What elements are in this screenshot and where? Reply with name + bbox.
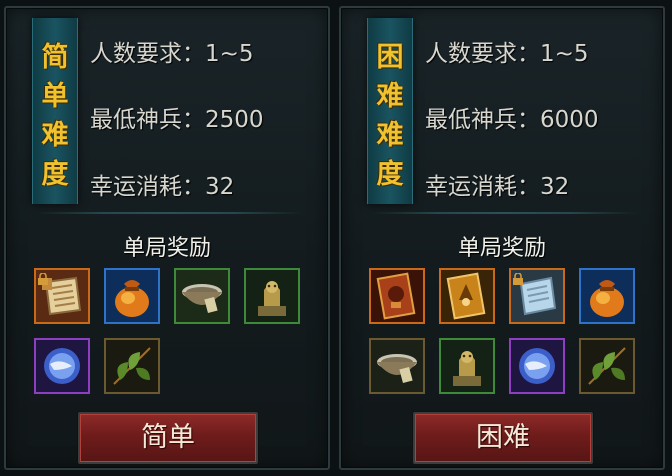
reward-title: 单局奖励 [122, 236, 211, 261]
difficulty-label: 困 难 难 度 [376, 42, 404, 190]
reward-slot-leaf[interactable] [104, 338, 160, 394]
reward-slot-blue-scroll[interactable] [509, 268, 565, 324]
min-power-requirement: 最低神兵：6000 [425, 107, 599, 133]
reward-slot-leaf[interactable] [579, 338, 635, 394]
easy-difficulty-panel: 简 单 难 度 人数要求：1~5 最低神兵：2500 幸运消耗：32 单局奖励 [4, 6, 330, 470]
difficulty-banner: 困 难 难 度 [367, 18, 413, 204]
reward-slot-orb[interactable] [509, 338, 565, 394]
difficulty-label: 简 单 难 度 [41, 42, 69, 190]
coin-bag-icon [106, 270, 158, 322]
hard-button[interactable]: 困难 [413, 412, 593, 464]
reward-slot-coin-bag[interactable] [579, 268, 635, 324]
reward-slot-coin-bag[interactable] [104, 268, 160, 324]
leaf-icon [106, 340, 158, 392]
reward-slot-scroll[interactable] [34, 268, 90, 324]
divider [371, 212, 637, 214]
lock-icon [37, 270, 49, 285]
coin-bag-icon [581, 270, 633, 322]
statue-icon [246, 270, 298, 322]
orb-icon [36, 340, 88, 392]
player-count-requirement: 人数要求：1~5 [425, 41, 589, 67]
card-red-icon [371, 270, 423, 322]
easy-button[interactable]: 简单 [78, 412, 258, 464]
bowl-icon [176, 270, 228, 322]
reward-slot-bowl[interactable] [174, 268, 230, 324]
divider [36, 212, 302, 214]
leaf-icon [581, 340, 633, 392]
card-gold-icon [441, 270, 493, 322]
statue-icon [441, 340, 493, 392]
player-count-requirement: 人数要求：1~5 [90, 41, 254, 67]
orb-icon [511, 340, 563, 392]
min-power-requirement: 最低神兵：2500 [90, 107, 264, 133]
reward-slot-statue[interactable] [439, 338, 495, 394]
reward-title: 单局奖励 [457, 236, 546, 261]
reward-slot-bowl[interactable] [369, 338, 425, 394]
luck-cost: 幸运消耗：32 [425, 174, 570, 200]
difficulty-banner: 简 单 难 度 [32, 18, 78, 204]
lock-icon [512, 270, 524, 285]
hard-difficulty-panel: 困 难 难 度 人数要求：1~5 最低神兵：6000 幸运消耗：32 单局奖励 [339, 6, 665, 470]
reward-slot-gold-card[interactable] [439, 268, 495, 324]
reward-slot-orb[interactable] [34, 338, 90, 394]
bowl-icon [371, 340, 423, 392]
reward-slot-statue[interactable] [244, 268, 300, 324]
luck-cost: 幸运消耗：32 [90, 174, 235, 200]
reward-slot-red-card[interactable] [369, 268, 425, 324]
